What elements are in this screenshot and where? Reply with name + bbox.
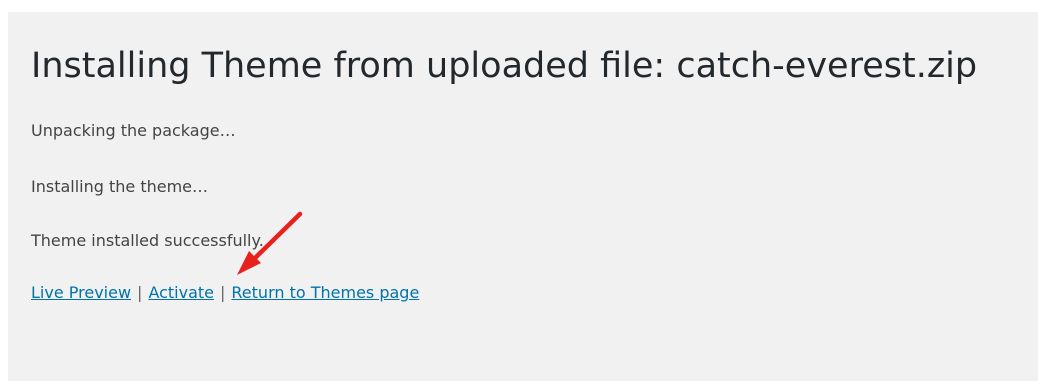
- status-installing: Installing the theme…: [31, 177, 209, 196]
- theme-actions: Live Preview | Activate | Return to Themes p…: [31, 282, 419, 304]
- action-separator: |: [220, 283, 226, 302]
- status-success: Theme installed successfully.: [31, 231, 264, 250]
- return-to-themes-link[interactable]: Return to Themes page: [231, 283, 419, 302]
- live-preview-link[interactable]: Live Preview: [31, 283, 131, 302]
- action-separator: |: [137, 283, 143, 302]
- activate-link[interactable]: Activate: [148, 283, 214, 302]
- install-panel: Installing Theme from uploaded file: cat…: [8, 12, 1038, 381]
- page-title: Installing Theme from uploaded file: cat…: [31, 46, 978, 86]
- status-unpacking: Unpacking the package…: [31, 121, 236, 140]
